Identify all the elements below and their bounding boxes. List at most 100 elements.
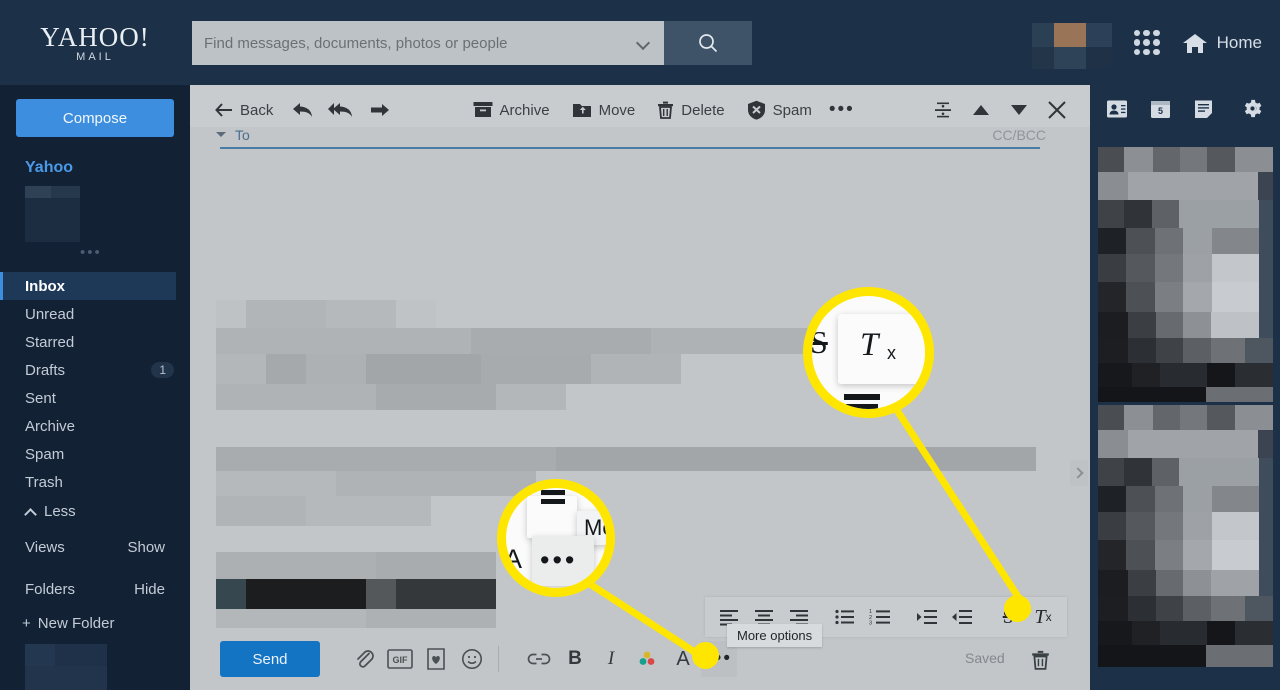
sidebar-item-label: Drafts (25, 361, 66, 379)
sidebar: Compose Yahoo ••• Inbox Unread Starred D… (0, 85, 190, 690)
link-icon[interactable] (521, 641, 557, 677)
attach-icon[interactable] (346, 641, 382, 677)
sidebar-item-unread[interactable]: Unread (0, 300, 190, 328)
sidebar-item-label: Trash (25, 473, 63, 491)
clear-formatting-sub: x (1045, 610, 1052, 624)
move-button[interactable]: Move (561, 93, 647, 127)
ad-block-bottom[interactable] (1098, 405, 1273, 670)
gear-icon[interactable] (1241, 97, 1264, 125)
folder-item-redacted[interactable] (25, 644, 107, 690)
previous-message-button[interactable] (962, 93, 1000, 127)
chevron-down-icon (1011, 105, 1027, 115)
logo-subtext: MAIL (76, 51, 114, 63)
expand-pane-button[interactable] (1070, 460, 1088, 486)
archive-button[interactable]: Archive (462, 93, 561, 127)
chevron-down-icon[interactable] (636, 35, 652, 51)
forward-button[interactable] (360, 93, 398, 127)
notepad-icon[interactable] (1193, 99, 1214, 124)
indent-increase-icon[interactable] (911, 601, 943, 633)
new-folder-button[interactable]: + New Folder (0, 610, 190, 636)
gif-icon[interactable]: GIF (382, 641, 418, 677)
next-message-button[interactable] (1000, 93, 1038, 127)
views-show-action[interactable]: Show (127, 539, 165, 556)
more-options-tooltip: More options (727, 624, 823, 647)
compose-footer: Send GIF B I A ••• Saved (190, 628, 1090, 690)
yahoo-mail-logo[interactable]: YAHOO! MAIL (0, 22, 190, 63)
search-bar (192, 21, 752, 65)
magnified-underline-bar (844, 394, 880, 400)
header-right-cluster: Home (1031, 0, 1262, 85)
search-input[interactable] (204, 34, 636, 52)
clear-formatting-glyph: T (1034, 605, 1046, 628)
new-folder-label: New Folder (37, 614, 115, 632)
search-icon (699, 34, 718, 53)
callout-target-dot-more-options (692, 642, 719, 669)
callout-target-dot-clear-formatting (1004, 595, 1031, 622)
account-more-icon[interactable]: ••• (80, 244, 190, 261)
account-avatar (25, 186, 80, 242)
sidebar-item-drafts[interactable]: Drafts 1 (0, 356, 190, 384)
magnified-more-glyph: ••• (540, 545, 578, 575)
account-name[interactable]: Yahoo (25, 159, 190, 177)
compose-header: To CC/BCC (190, 127, 1090, 159)
spam-label: Spam (772, 101, 812, 119)
close-icon (1048, 101, 1066, 119)
home-label: Home (1216, 32, 1262, 52)
back-button[interactable]: Back (204, 93, 284, 127)
forward-icon (371, 104, 390, 116)
back-label: Back (240, 101, 274, 119)
greeting-card-icon[interactable] (418, 641, 454, 677)
sidebar-item-starred[interactable]: Starred (0, 328, 190, 356)
compose-button[interactable]: Compose (16, 99, 174, 137)
bold-icon[interactable]: B (557, 641, 593, 677)
cc-bcc-toggle[interactable]: CC/BCC (992, 127, 1046, 143)
calendar-icon[interactable]: 5 (1150, 99, 1171, 124)
italic-icon[interactable]: I (593, 641, 629, 677)
folder-nav-list: Inbox Unread Starred Drafts 1 Sent Archi… (0, 272, 190, 526)
plus-icon: + (22, 614, 31, 632)
magnified-clear-formatting-glyph: T (860, 327, 879, 363)
svg-text:3: 3 (869, 620, 872, 626)
send-button[interactable]: Send (220, 641, 320, 677)
sidebar-less-toggle[interactable]: Less (0, 496, 190, 526)
sidebar-item-archive[interactable]: Archive (0, 412, 190, 440)
compact-view-button[interactable] (924, 93, 962, 127)
reply-icon (293, 103, 313, 117)
sidebar-item-sent[interactable]: Sent (0, 384, 190, 412)
sidebar-item-trash[interactable]: Trash (0, 468, 190, 496)
home-link[interactable]: Home (1182, 31, 1262, 55)
contacts-icon[interactable] (1106, 99, 1128, 124)
spam-button[interactable]: Spam (736, 93, 823, 127)
discard-draft-button[interactable] (1025, 645, 1055, 675)
reply-button[interactable] (284, 93, 322, 127)
toolbar-more-button[interactable]: ••• (823, 93, 861, 127)
spam-shield-icon (747, 100, 765, 120)
sidebar-less-label: Less (44, 502, 76, 520)
emoji-icon[interactable] (454, 641, 490, 677)
search-button[interactable] (664, 21, 752, 65)
indent-decrease-icon[interactable] (946, 601, 978, 633)
ad-block-top[interactable] (1098, 147, 1273, 402)
magnified-button-card: T x (838, 314, 925, 384)
bulleted-list-icon[interactable] (829, 601, 861, 633)
sidebar-item-inbox[interactable]: Inbox (0, 272, 176, 300)
apps-grid-icon[interactable] (1133, 29, 1160, 56)
chevron-down-icon[interactable] (216, 132, 226, 138)
delete-button[interactable]: Delete (646, 93, 735, 127)
magnified-underline-bar2 (846, 404, 878, 409)
folders-hide-action[interactable]: Hide (134, 581, 165, 598)
to-field-row[interactable]: To CC/BCC (216, 127, 1046, 149)
sidebar-item-spam[interactable]: Spam (0, 440, 190, 468)
reply-all-button[interactable] (322, 93, 360, 127)
text-color-icon[interactable] (629, 641, 665, 677)
callout-magnifier-clear-formatting: S T x (803, 287, 934, 418)
arrow-left-icon (215, 103, 232, 117)
clear-formatting-icon[interactable]: Tx (1027, 601, 1059, 633)
close-button[interactable] (1038, 93, 1076, 127)
move-folder-icon (572, 104, 591, 117)
user-avatar[interactable] (1031, 17, 1112, 69)
calendar-day-number: 5 (1157, 105, 1163, 116)
numbered-list-icon[interactable]: 1 2 3 (864, 601, 896, 633)
search-box[interactable] (192, 21, 664, 65)
right-panel-icon-row: 5 (1090, 85, 1280, 137)
